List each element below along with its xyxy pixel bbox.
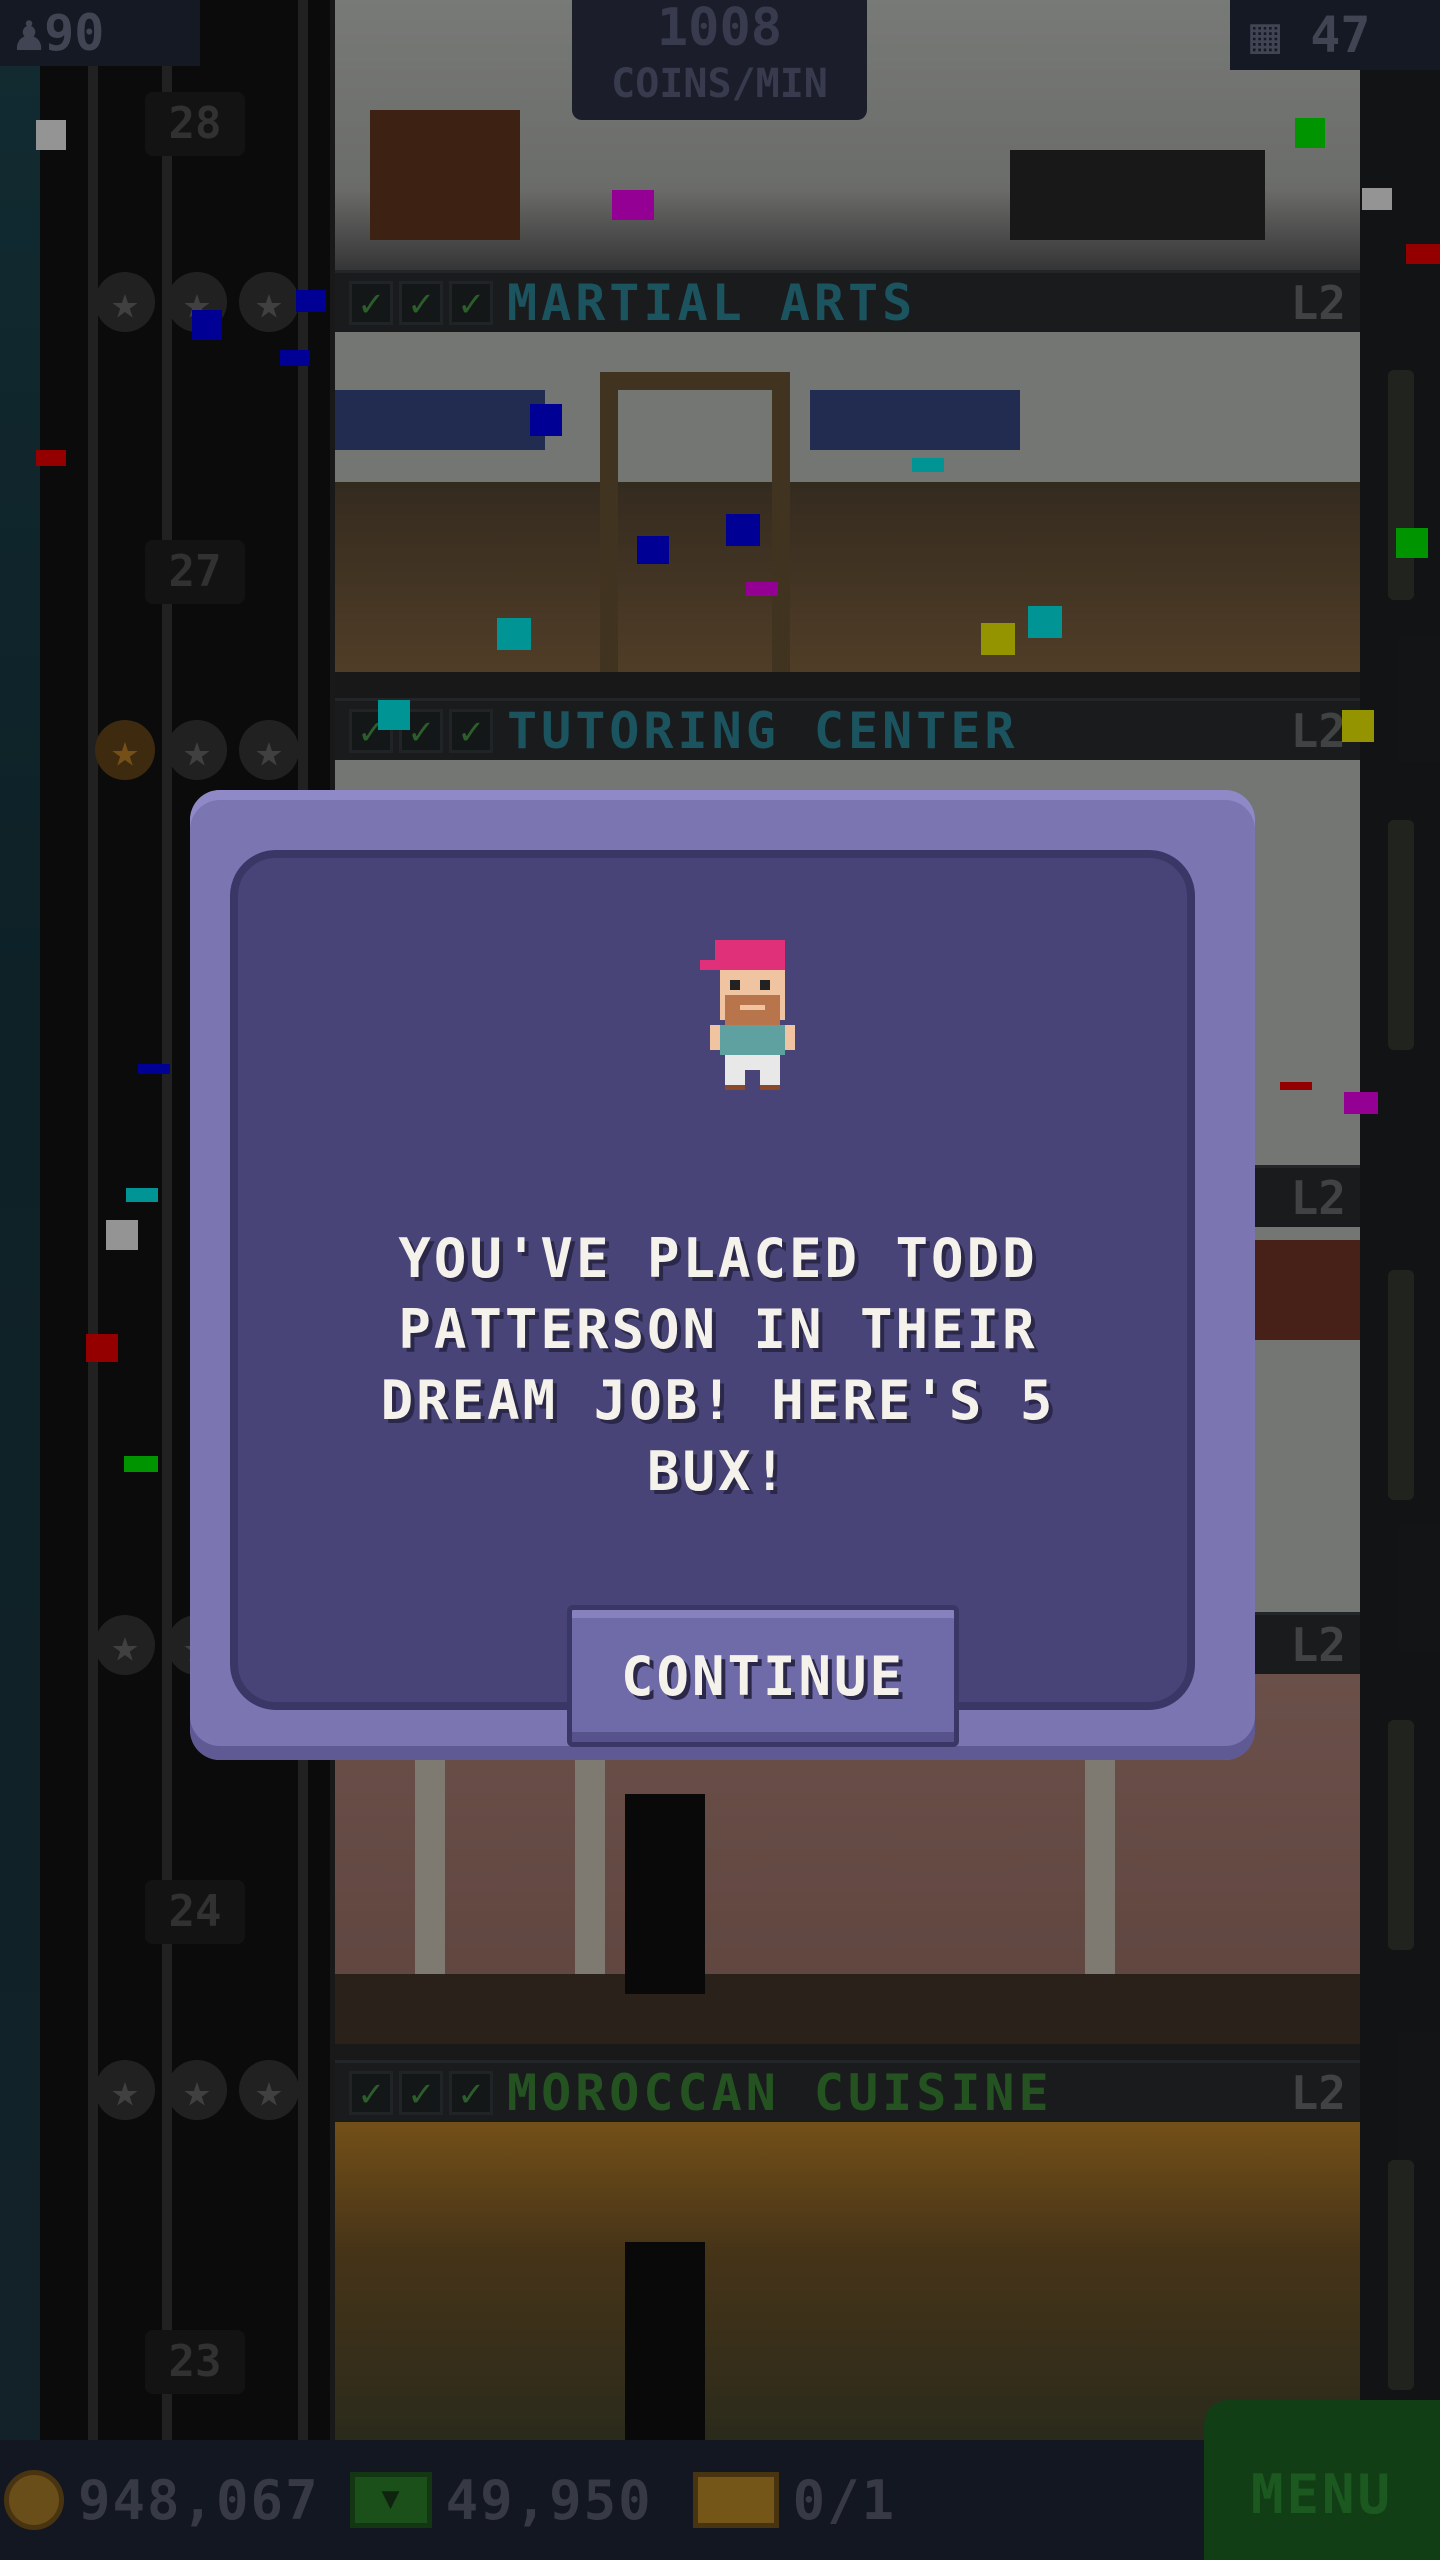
- reward-message: YOU'VE PLACED TODD PATTERSON IN THEIR DR…: [380, 1227, 1056, 1503]
- todd-patterson-avatar: [700, 940, 795, 1090]
- reward-dialog: YOU'VE PLACED TODD PATTERSON IN THEIR DR…: [190, 790, 1255, 1760]
- continue-button[interactable]: CONTINUE: [567, 1605, 959, 1747]
- dialog-panel: YOU'VE PLACED TODD PATTERSON IN THEIR DR…: [230, 850, 1195, 1747]
